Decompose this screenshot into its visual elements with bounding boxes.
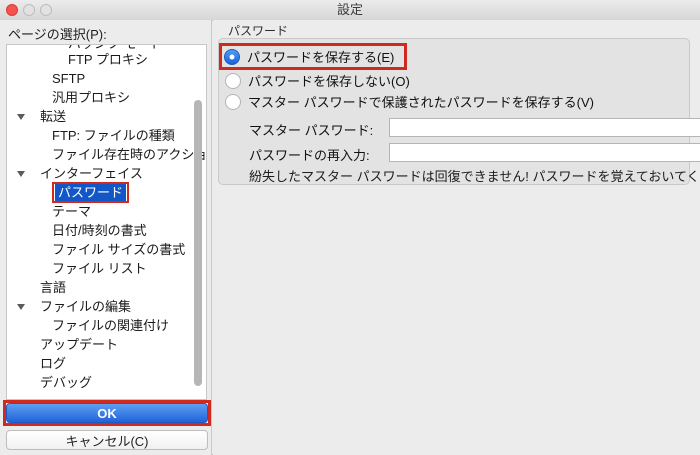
- tree-item[interactable]: 日付/時刻の書式: [7, 221, 206, 240]
- tree-item-label: ファイル リスト: [52, 261, 147, 276]
- radio-icon[interactable]: [224, 49, 240, 65]
- tree-item-label: 転送: [40, 109, 66, 124]
- tree-item[interactable]: 転送: [7, 107, 206, 126]
- settings-window: 設定 ページの選択(P): パッシブ モードFTP プロキシSFTP汎用プロキシ…: [0, 0, 700, 455]
- tree-item[interactable]: ログ: [7, 354, 206, 373]
- tree-item[interactable]: テーマ: [7, 202, 206, 221]
- field-label: マスター パスワード:: [249, 120, 373, 139]
- tree-item-label: テーマ: [52, 204, 91, 219]
- tree-item[interactable]: ファイルの関連付け: [7, 316, 206, 335]
- tree-item-label: ファイルの編集: [40, 299, 131, 314]
- tree-item[interactable]: アップデート: [7, 335, 206, 354]
- radio-option[interactable]: パスワードを保存しない(O): [219, 70, 689, 91]
- master-password-input[interactable]: [389, 118, 700, 137]
- tree-item-label: ファイル サイズの書式: [52, 242, 185, 257]
- password-group-box: パスワードを保存する(E) パスワードを保存しない(O) マスター パスワードで保護…: [218, 38, 690, 185]
- group-title: パスワード: [228, 22, 288, 39]
- tree-item-label: SFTP: [52, 71, 85, 86]
- tree-item-label: ログ: [40, 356, 66, 371]
- radio-icon[interactable]: [225, 94, 241, 110]
- left-panel: ページの選択(P): パッシブ モードFTP プロキシSFTP汎用プロキシ転送F…: [0, 20, 212, 455]
- ok-button[interactable]: OK: [6, 403, 208, 423]
- radio-option[interactable]: パスワードを保存する(E): [222, 46, 394, 67]
- expander-triangle-icon[interactable]: [17, 304, 25, 310]
- tree-item-label: 日付/時刻の書式: [52, 223, 147, 238]
- tree-item[interactable]: 言語: [7, 278, 206, 297]
- settings-tree: パッシブ モードFTP プロキシSFTP汎用プロキシ転送FTP: ファイルの種類…: [6, 44, 207, 400]
- scrollbar-thumb[interactable]: [194, 100, 202, 386]
- annotation-box: パスワード: [52, 182, 129, 203]
- tree-item[interactable]: FTP プロキシ: [7, 50, 206, 69]
- expander-triangle-icon[interactable]: [17, 114, 25, 120]
- window-title: 設定: [0, 0, 700, 20]
- tree-item[interactable]: デバッグ: [7, 373, 206, 392]
- radio-icon[interactable]: [225, 73, 241, 89]
- tree-item[interactable]: FTP: ファイルの種類: [7, 126, 206, 145]
- warning-text: 紛失したマスター パスワードは回復できません! パスワードを覚えておいてください…: [249, 166, 700, 185]
- radio-label: マスター パスワードで保護されたパスワードを保存する(V): [248, 92, 594, 111]
- tree-item-label: FTP プロキシ: [68, 52, 148, 67]
- titlebar: 設定: [0, 0, 700, 21]
- password-panel: パスワード パスワードを保存する(E) パスワードを保存しない(O) マスター パス…: [213, 20, 700, 455]
- tree-item[interactable]: ファイル存在時のアクション: [7, 145, 206, 164]
- tree-item-label: デバッグ: [40, 375, 92, 390]
- tree-item-label: FTP: ファイルの種類: [52, 128, 175, 143]
- annotation-box-ok: OK: [3, 400, 211, 426]
- radio-option[interactable]: マスター パスワードで保護されたパスワードを保存する(V): [219, 91, 689, 112]
- tree-item[interactable]: SFTP: [7, 69, 206, 88]
- tree-item[interactable]: パスワード: [7, 183, 206, 202]
- radio-label: パスワードを保存しない(O): [248, 71, 410, 90]
- tree-item-label: 汎用プロキシ: [52, 90, 130, 105]
- page-select-label: ページの選択(P):: [8, 24, 107, 43]
- tree-item-label: ファイルの関連付け: [52, 318, 169, 333]
- retype-password-input[interactable]: [389, 143, 700, 162]
- tree-item-label: ファイル存在時のアクション: [52, 147, 207, 162]
- tree-item[interactable]: ファイル リスト: [7, 259, 206, 278]
- tree-item-label: アップデート: [40, 337, 118, 352]
- field-label: パスワードの再入力:: [249, 145, 370, 164]
- tree-item[interactable]: 汎用プロキシ: [7, 88, 206, 107]
- annotation-box: パスワードを保存する(E): [219, 43, 407, 70]
- tree-item[interactable]: インターフェイス: [7, 164, 206, 183]
- tree-item[interactable]: ファイル サイズの書式: [7, 240, 206, 259]
- tree-item-label: インターフェイス: [40, 166, 143, 181]
- radio-group: パスワードを保存する(E) パスワードを保存しない(O) マスター パスワードで保護…: [219, 39, 689, 112]
- tree-item-label: 言語: [40, 280, 66, 295]
- tree-item[interactable]: ファイルの編集: [7, 297, 206, 316]
- expander-triangle-icon[interactable]: [17, 171, 25, 177]
- tree-item-label: パスワード: [55, 184, 126, 201]
- radio-label: パスワードを保存する(E): [247, 47, 394, 66]
- cancel-button[interactable]: キャンセル(C): [6, 430, 208, 450]
